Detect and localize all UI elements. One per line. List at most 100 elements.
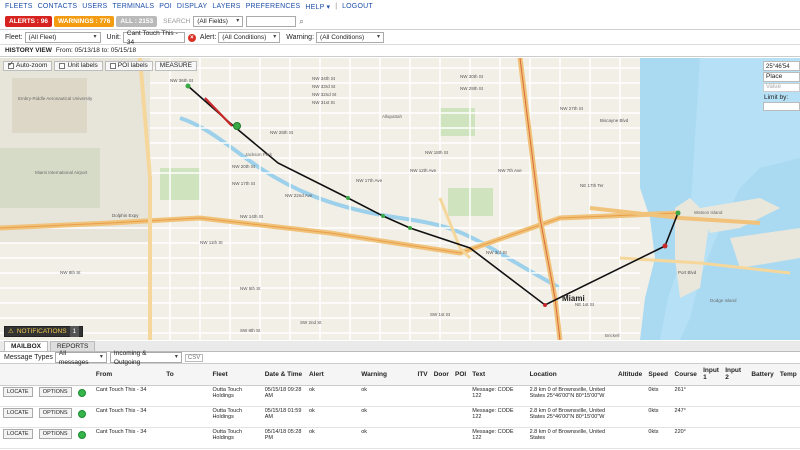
all-tab[interactable]: ALL : 2153 [116,16,158,27]
locate-button[interactable]: LOCATE [3,386,33,397]
map-label-street: NW 17th Ave [356,178,383,183]
fleet-select[interactable]: (All Fleet) ▾ [24,32,101,43]
course-cell: 247° [671,406,701,428]
warning-value: (All Conditions) [320,34,365,41]
csv-export-button[interactable]: CSV [184,353,204,362]
route-point-marker[interactable] [346,196,350,200]
nav-layers[interactable]: LAYERS [212,3,240,10]
map-view[interactable]: NW 34th St NW 33rd St NW 32nd St NW 31st… [0,58,800,340]
route-point-marker[interactable] [675,210,681,216]
options-button[interactable]: OPTIONS [38,428,72,439]
nav-terminals[interactable]: TERMINALS [112,3,154,10]
nav-poi[interactable]: POI [159,3,172,10]
column-header[interactable]: To [163,364,210,386]
map-label-street: NW 34th St [312,76,336,81]
auto-zoom-toggle[interactable]: Auto-zoom [3,61,53,71]
column-header [35,364,75,386]
alerts-tab[interactable]: ALERTS : 96 [5,16,53,27]
from-cell: Cant Touch This - 34 [92,385,164,407]
warning-select[interactable]: (All Conditions) ▾ [316,32,385,43]
temp-cell [776,427,800,449]
map-label-street: SW 1st St [430,312,451,317]
map-label-street: NW 3rd St [486,250,507,255]
route-point-marker[interactable] [408,226,412,230]
column-header[interactable]: From [92,364,164,386]
datetime-cell: 05/15/18 01:59 AM [261,406,306,428]
direction-select[interactable]: Incoming & Outgoing ▾ [109,350,182,366]
locate-cell: LOCATE [0,406,36,428]
warning-cell: ok [358,385,415,407]
alert-cell: ok [305,427,359,449]
column-header[interactable]: POI [452,364,470,386]
nav-help[interactable]: HELP ▾ [305,3,330,11]
altitude-cell [615,427,646,449]
unit-labels-toggle[interactable]: Unit labels [54,61,103,71]
clear-unit-icon[interactable]: × [187,33,196,42]
column-header[interactable]: Altitude [615,364,646,386]
search-input[interactable] [246,16,297,27]
table-row[interactable]: LOCATE OPTIONS Cant Touch This - 34 Outt… [0,406,800,428]
map-label-street: NW 17th St [232,181,256,186]
poi-labels-toggle[interactable]: POI labels [104,61,153,71]
alert-select[interactable]: (All Conditions) ▾ [218,32,281,43]
nav-display[interactable]: DISPLAY [177,3,207,10]
column-header[interactable]: Speed [645,364,672,386]
map-label-place: Allapattah [382,114,403,119]
column-header[interactable]: Location [526,364,616,386]
nav-separator: | [335,3,338,10]
route-point-marker[interactable] [662,243,668,249]
column-header[interactable]: Input 2 [722,364,749,386]
search-icon[interactable]: ⌕ [299,17,303,27]
locate-button[interactable]: LOCATE [3,428,33,439]
route-point-marker[interactable] [233,122,241,130]
warnings-tab[interactable]: WARNINGS : 776 [54,16,115,27]
column-header[interactable]: Input 1 [700,364,723,386]
options-button[interactable]: OPTIONS [38,407,72,418]
route-point-marker[interactable] [543,303,547,307]
column-header[interactable]: Text [469,364,527,386]
nav-logout[interactable]: LOGOUT [342,3,373,10]
alert-value: (All Conditions) [222,34,267,41]
chevron-down-icon: ▾ [273,34,277,40]
map-canvas [0,58,800,340]
column-header[interactable]: Fleet [209,364,262,386]
locate-button[interactable]: LOCATE [3,407,33,418]
unit-select[interactable]: Cant Touch This - 34 [122,30,185,46]
tab-mailbox[interactable]: MAILBOX [4,341,48,351]
column-header[interactable]: Alert [305,364,359,386]
measure-button[interactable]: MEASURE [154,61,197,71]
table-row[interactable]: LOCATE OPTIONS Cant Touch This - 34 Outt… [0,385,800,407]
column-header[interactable]: Course [671,364,701,386]
options-cell: OPTIONS [35,385,75,407]
route-point-marker[interactable] [185,83,191,89]
limit-by-select[interactable] [763,102,800,111]
itv-cell [414,427,431,449]
column-header[interactable]: Temp [776,364,800,386]
column-header[interactable]: Date & Time [261,364,306,386]
nav-fleets[interactable]: FLEETS [5,3,33,10]
nav-contacts[interactable]: CONTACTS [38,3,78,10]
message-type-select[interactable]: All messages ▾ [54,350,107,366]
table-row[interactable]: LOCATE OPTIONS Cant Touch This - 34 Outt… [0,427,800,449]
column-header[interactable]: Warning [358,364,415,386]
route-highlight-segment [204,97,233,127]
options-button[interactable]: OPTIONS [38,386,72,397]
map-label-city: Miami [562,294,585,303]
place-select[interactable]: Place [763,72,800,82]
column-header[interactable]: Door [430,364,452,386]
column-header[interactable]: Battery [748,364,777,386]
value-input[interactable]: Value [763,83,800,92]
nav-users[interactable]: USERS [82,3,107,10]
warning-cell: ok [358,427,415,449]
battery-cell [748,385,777,407]
search-field-select[interactable]: (All Fields) ▾ [193,16,244,27]
nav-preferences[interactable]: PREFERENCES [246,3,301,10]
status-cell [74,385,93,407]
interstate-95 [517,58,563,340]
poi-labels-label: POI labels [117,62,148,69]
notifications-button[interactable]: ⚠ NOTIFICATIONS 1 [4,326,84,337]
message-filter-row: Message Types All messages ▾ Incoming & O… [0,350,800,366]
column-header[interactable]: ITV [414,364,431,386]
route-point-marker[interactable] [381,214,385,218]
status-ok-icon [77,388,86,397]
